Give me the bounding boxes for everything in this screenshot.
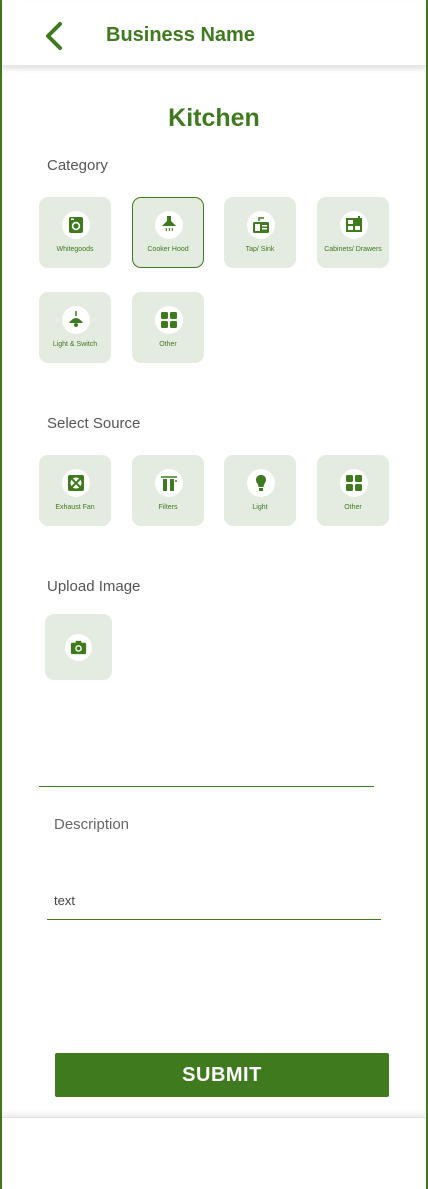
upload-label: Upload Image bbox=[47, 578, 141, 595]
category-whitegoods[interactable]: Whitegoods bbox=[39, 197, 111, 268]
tile-label: Filters bbox=[158, 504, 178, 511]
page-title: Kitchen bbox=[168, 104, 260, 132]
category-cooker-hood[interactable]: Cooker Hood bbox=[132, 197, 204, 268]
filter-icon bbox=[161, 476, 177, 491]
chevron-left-icon bbox=[46, 22, 62, 50]
tile-label: Whitegoods bbox=[56, 246, 94, 253]
category-label: Category bbox=[47, 157, 108, 174]
source-filters[interactable]: Filters bbox=[132, 455, 204, 526]
app-header: Business Name bbox=[2, 2, 426, 66]
grid-icon bbox=[161, 312, 177, 328]
category-tap-sink[interactable]: Tap/ Sink bbox=[224, 197, 296, 268]
tile-label: Exhaust Fan bbox=[55, 504, 95, 511]
divider bbox=[39, 786, 374, 787]
tile-label: Light bbox=[252, 504, 268, 511]
source-label: Select Source bbox=[47, 415, 141, 432]
category-light-switch[interactable]: Light & Switch bbox=[39, 292, 111, 363]
source-light[interactable]: Light bbox=[224, 455, 296, 526]
camera-icon bbox=[70, 640, 87, 655]
bulb-icon bbox=[256, 475, 266, 491]
source-other[interactable]: Other bbox=[317, 455, 389, 526]
sink-icon bbox=[253, 217, 269, 233]
description-label: Description bbox=[54, 816, 130, 833]
grid-icon bbox=[346, 475, 362, 491]
cabinet-icon bbox=[346, 216, 362, 232]
tile-label: Light & Switch bbox=[52, 341, 98, 348]
pendant-light-icon bbox=[69, 311, 83, 327]
tile-label: Tap/ Sink bbox=[245, 246, 275, 253]
tile-label: Cooker Hood bbox=[147, 246, 189, 253]
tile-label: Other bbox=[159, 341, 177, 348]
submit-button[interactable]: SUBMIT bbox=[55, 1053, 389, 1097]
tile-label: Cabinets/ Drawers bbox=[324, 246, 382, 253]
description-input[interactable] bbox=[47, 882, 381, 920]
fan-icon bbox=[68, 475, 84, 491]
back-button[interactable] bbox=[42, 20, 70, 52]
tile-label: Other bbox=[344, 504, 362, 511]
header-title: Business Name bbox=[106, 24, 255, 46]
category-other[interactable]: Other bbox=[132, 292, 204, 363]
category-cabinets-drawers[interactable]: Cabinets/ Drawers bbox=[317, 197, 389, 268]
source-exhaust-fan[interactable]: Exhaust Fan bbox=[39, 455, 111, 526]
upload-image-button[interactable] bbox=[45, 614, 112, 680]
bottom-bar bbox=[2, 1117, 426, 1189]
washing-machine-icon bbox=[69, 217, 83, 233]
cooker-hood-icon bbox=[162, 216, 176, 232]
